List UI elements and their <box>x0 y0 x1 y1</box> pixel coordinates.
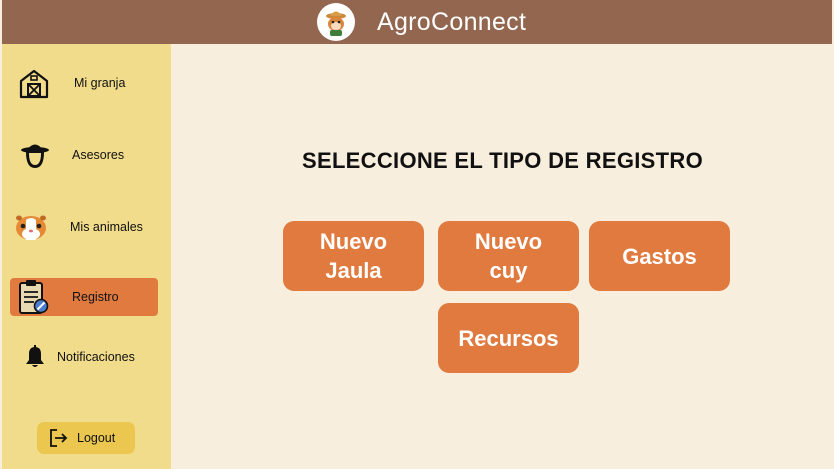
sidebar-item-asesores[interactable]: Asesores <box>10 136 158 174</box>
nuevo-cuy-button[interactable]: Nuevo cuy <box>438 221 579 291</box>
sidebar-item-label: Notificaciones <box>57 350 135 364</box>
page-title: SELECCIONE EL TIPO DE REGISTRO <box>302 148 703 173</box>
app-title: AgroConnect <box>377 8 527 36</box>
main-content: SELECCIONE EL TIPO DE REGISTRO Nuevo Jau… <box>171 44 834 469</box>
logout-icon <box>49 428 69 448</box>
bell-icon <box>24 345 46 369</box>
sidebar-item-notificaciones[interactable]: Notificaciones <box>10 338 158 376</box>
sidebar-item-mis-animales[interactable]: Mis animales <box>10 208 158 246</box>
option-label: Recursos <box>458 325 559 351</box>
sidebar-item-label: Asesores <box>72 148 125 162</box>
sidebar-item-label: Registro <box>72 290 119 304</box>
option-label: Nuevo cuy <box>474 229 543 283</box>
header-bar: AgroConnect <box>2 0 832 44</box>
sidebar: Mi granja Asesores Mis animales Registro… <box>2 44 171 469</box>
clipboard-icon <box>18 279 50 315</box>
sidebar-item-mi-granja[interactable]: Mi granja <box>10 64 158 102</box>
logout-button[interactable]: Logout <box>37 422 135 454</box>
sidebar-item-label: Mis animales <box>70 220 143 234</box>
sidebar-item-registro[interactable]: Registro <box>10 278 158 316</box>
farmer-guinea-pig-logo-icon <box>317 3 355 41</box>
guinea-pig-icon <box>14 212 48 242</box>
sidebar-item-label: Mi granja <box>74 76 126 90</box>
option-label: Gastos <box>622 243 697 269</box>
recursos-button[interactable]: Recursos <box>438 303 579 373</box>
advisor-icon <box>18 138 52 172</box>
gastos-button[interactable]: Gastos <box>589 221 730 291</box>
option-label: Nuevo Jaula <box>319 229 388 283</box>
barn-icon <box>18 67 50 99</box>
logout-label: Logout <box>77 431 116 445</box>
nuevo-jaula-button[interactable]: Nuevo Jaula <box>283 221 424 291</box>
app-window: AgroConnect Mi granja Asesores Mis anima… <box>0 0 834 469</box>
